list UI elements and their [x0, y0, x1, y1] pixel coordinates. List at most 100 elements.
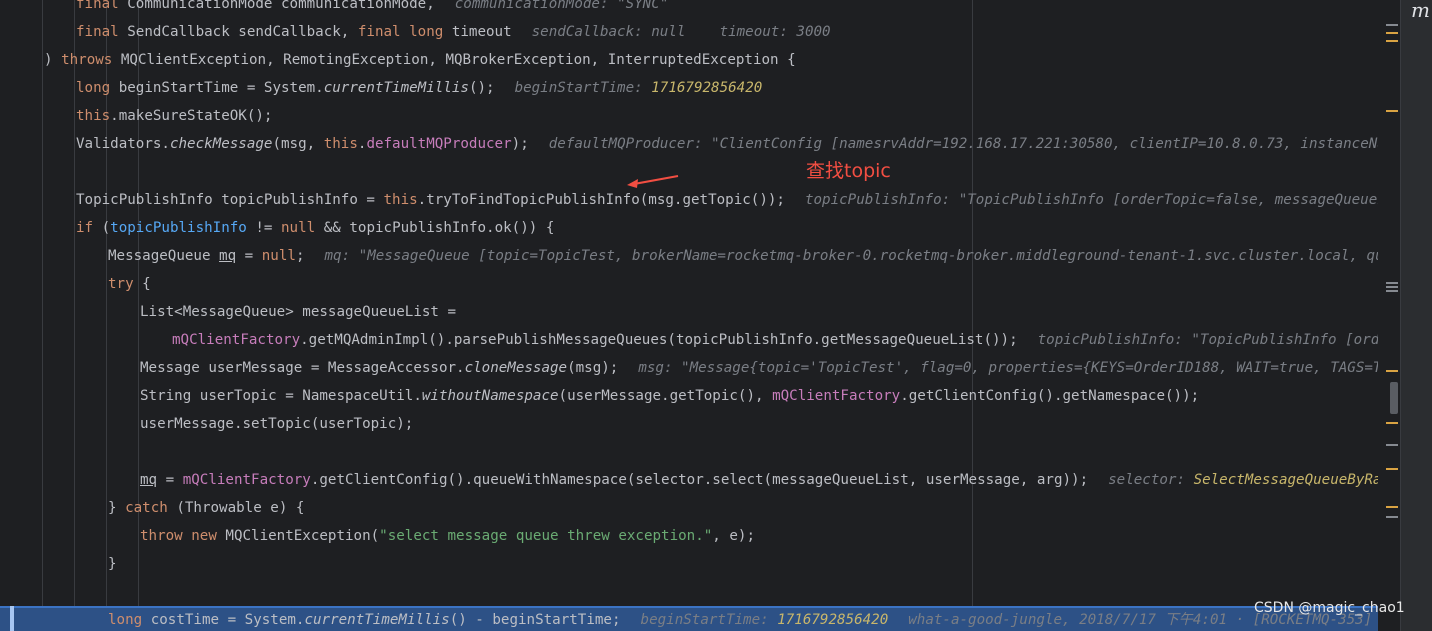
- code-token: (msg,: [272, 136, 324, 152]
- code-token: () - beginStartTime;: [449, 612, 621, 628]
- code-token: MessageQueue: [108, 248, 220, 264]
- code-line[interactable]: long costTime = System.currentTimeMillis…: [0, 606, 1400, 631]
- watermark: CSDN @magic_chao1: [1254, 600, 1405, 616]
- code-line[interactable]: final CommunicationMode communicationMod…: [0, 0, 1400, 18]
- error-stripe-mark[interactable]: [1386, 40, 1398, 42]
- code-token: , e);: [712, 528, 756, 544]
- code-token: ): [44, 52, 62, 68]
- code-token: withoutNamespace: [421, 388, 559, 404]
- code-token: this: [383, 192, 418, 208]
- code-token: .tryToFindTopicPublishInfo(msg.getTopic(…: [417, 192, 785, 208]
- inline-debug-value: sendCallback: null timeout: 3000: [531, 24, 831, 40]
- code-token: .makeSureStateOK();: [110, 108, 273, 124]
- error-stripe-mark[interactable]: [1386, 290, 1398, 292]
- code-token: CommunicationMode communicationMode,: [127, 0, 435, 12]
- code-line[interactable]: TopicPublishInfo topicPublishInfo = this…: [0, 186, 1400, 214]
- code-line[interactable]: throw new MQClientException("select mess…: [0, 522, 1400, 550]
- code-line[interactable]: ) throws MQClientException, RemotingExce…: [0, 46, 1400, 74]
- error-stripe-mark[interactable]: [1386, 516, 1398, 518]
- code-token: }: [108, 556, 117, 572]
- code-editor[interactable]: final CommunicationMode communicationMod…: [0, 0, 1400, 631]
- code-line[interactable]: final SendCallback sendCallback, final l…: [0, 18, 1400, 46]
- code-token: cloneMessage: [464, 360, 568, 376]
- code-token: mQClientFactory: [172, 332, 301, 348]
- code-token: List<MessageQueue> messageQueueList =: [140, 304, 457, 320]
- code-token: TopicPublishInfo topicPublishInfo =: [76, 192, 384, 208]
- code-token: String userTopic = NamespaceUtil.: [140, 388, 422, 404]
- error-stripe-mark[interactable]: [1386, 506, 1398, 508]
- editor-scrollbar[interactable]: [1378, 0, 1400, 631]
- code-token: catch: [125, 500, 177, 516]
- error-stripe-mark[interactable]: [1386, 370, 1398, 372]
- right-tool-panel[interactable]: m: [1400, 0, 1432, 631]
- code-token: throw new: [140, 528, 226, 544]
- panel-glyph: m: [1411, 0, 1430, 22]
- code-token: if: [76, 220, 102, 236]
- code-token: !=: [246, 220, 282, 236]
- error-stripe-mark[interactable]: [1386, 282, 1398, 284]
- code-token: throws: [61, 52, 121, 68]
- code-token: MQClientException(: [225, 528, 380, 544]
- code-token: (Throwable e) {: [176, 500, 305, 516]
- code-line[interactable]: String userTopic = NamespaceUtil.without…: [0, 382, 1400, 410]
- code-token: null: [261, 248, 296, 264]
- code-token: mQClientFactory: [772, 388, 901, 404]
- code-token: this: [323, 136, 358, 152]
- code-line[interactable]: }: [0, 550, 1400, 578]
- code-line[interactable]: [0, 158, 1400, 186]
- error-stripe-mark[interactable]: [1386, 468, 1398, 470]
- code-line[interactable]: List<MessageQueue> messageQueueList =: [0, 298, 1400, 326]
- code-token: SendCallback sendCallback,: [127, 24, 358, 40]
- code-token: );: [511, 136, 529, 152]
- error-stripe-mark[interactable]: [1386, 422, 1398, 424]
- code-token: =: [157, 472, 183, 488]
- code-line[interactable]: Validators.checkMessage(msg, this.defaul…: [0, 130, 1400, 158]
- code-line[interactable]: try {: [0, 270, 1400, 298]
- code-token: =: [236, 248, 262, 264]
- inline-debug-value: defaultMQProducer: "ClientConfig [namesr…: [548, 136, 1400, 152]
- code-line[interactable]: } catch (Throwable e) {: [0, 494, 1400, 522]
- code-token: timeout: [451, 24, 512, 40]
- code-token: final: [76, 24, 128, 40]
- annotation-label: 查找topic: [806, 160, 891, 182]
- error-stripe-mark[interactable]: [1386, 24, 1398, 26]
- scrollbar-thumb[interactable]: [1390, 382, 1398, 414]
- code-token: userMessage.setTopic(userTopic);: [140, 416, 414, 432]
- code-line[interactable]: [0, 438, 1400, 466]
- error-stripe-mark[interactable]: [1386, 286, 1398, 288]
- error-stripe-mark[interactable]: [1386, 444, 1398, 446]
- code-token: mq: [219, 248, 237, 264]
- code-token: {: [142, 276, 151, 292]
- code-line[interactable]: this.makeSureStateOK();: [0, 102, 1400, 130]
- error-stripe-mark[interactable]: [1386, 110, 1398, 112]
- code-line[interactable]: MessageQueue mq = null; mq: "MessageQueue…: [0, 242, 1400, 270]
- code-token: MQClientException, RemotingException, MQ…: [120, 52, 796, 68]
- code-line[interactable]: long beginStartTime = System.currentTime…: [0, 74, 1400, 102]
- code-line[interactable]: Message userMessage = MessageAccessor.cl…: [0, 354, 1400, 382]
- code-token: currentTimeMillis: [323, 80, 469, 96]
- code-line[interactable]: [0, 578, 1400, 606]
- code-token: (userMessage.getTopic(),: [558, 388, 773, 404]
- code-line[interactable]: if (topicPublishInfo != null && topicPub…: [0, 214, 1400, 242]
- code-token: mQClientFactory: [182, 472, 311, 488]
- code-token: (msg);: [567, 360, 619, 376]
- code-line[interactable]: mQClientFactory.getMQAdminImpl().parsePu…: [0, 326, 1400, 354]
- error-stripe-mark[interactable]: [1386, 32, 1398, 34]
- code-token: this: [76, 108, 111, 124]
- inline-debug-value: beginStartTime:: [514, 80, 652, 96]
- code-token: costTime = System.: [150, 612, 305, 628]
- code-token: try: [108, 276, 143, 292]
- inline-debug-value: topicPublishInfo: "TopicPublishInfo [ord…: [804, 192, 1400, 208]
- code-token: beginStartTime = System.: [118, 80, 324, 96]
- inline-debug-value: topicPublishInfo: "TopicPublishInfo [ord…: [1037, 332, 1400, 348]
- inline-debug-value: communicationMode: "SYNC": [454, 0, 669, 12]
- code-token: topicPublishInfo: [110, 220, 247, 236]
- code-token: && topicPublishInfo.ok()) {: [323, 220, 555, 236]
- code-token: .getClientConfig().getNamespace());: [900, 388, 1200, 404]
- code-token: checkMessage: [169, 136, 273, 152]
- code-token: currentTimeMillis: [304, 612, 450, 628]
- code-token: null: [281, 220, 324, 236]
- code-line[interactable]: userMessage.setTopic(userTopic);: [0, 410, 1400, 438]
- code-line[interactable]: mq = mQClientFactory.getClientConfig().q…: [0, 466, 1400, 494]
- inline-debug-value: 1716792856420: [651, 80, 763, 96]
